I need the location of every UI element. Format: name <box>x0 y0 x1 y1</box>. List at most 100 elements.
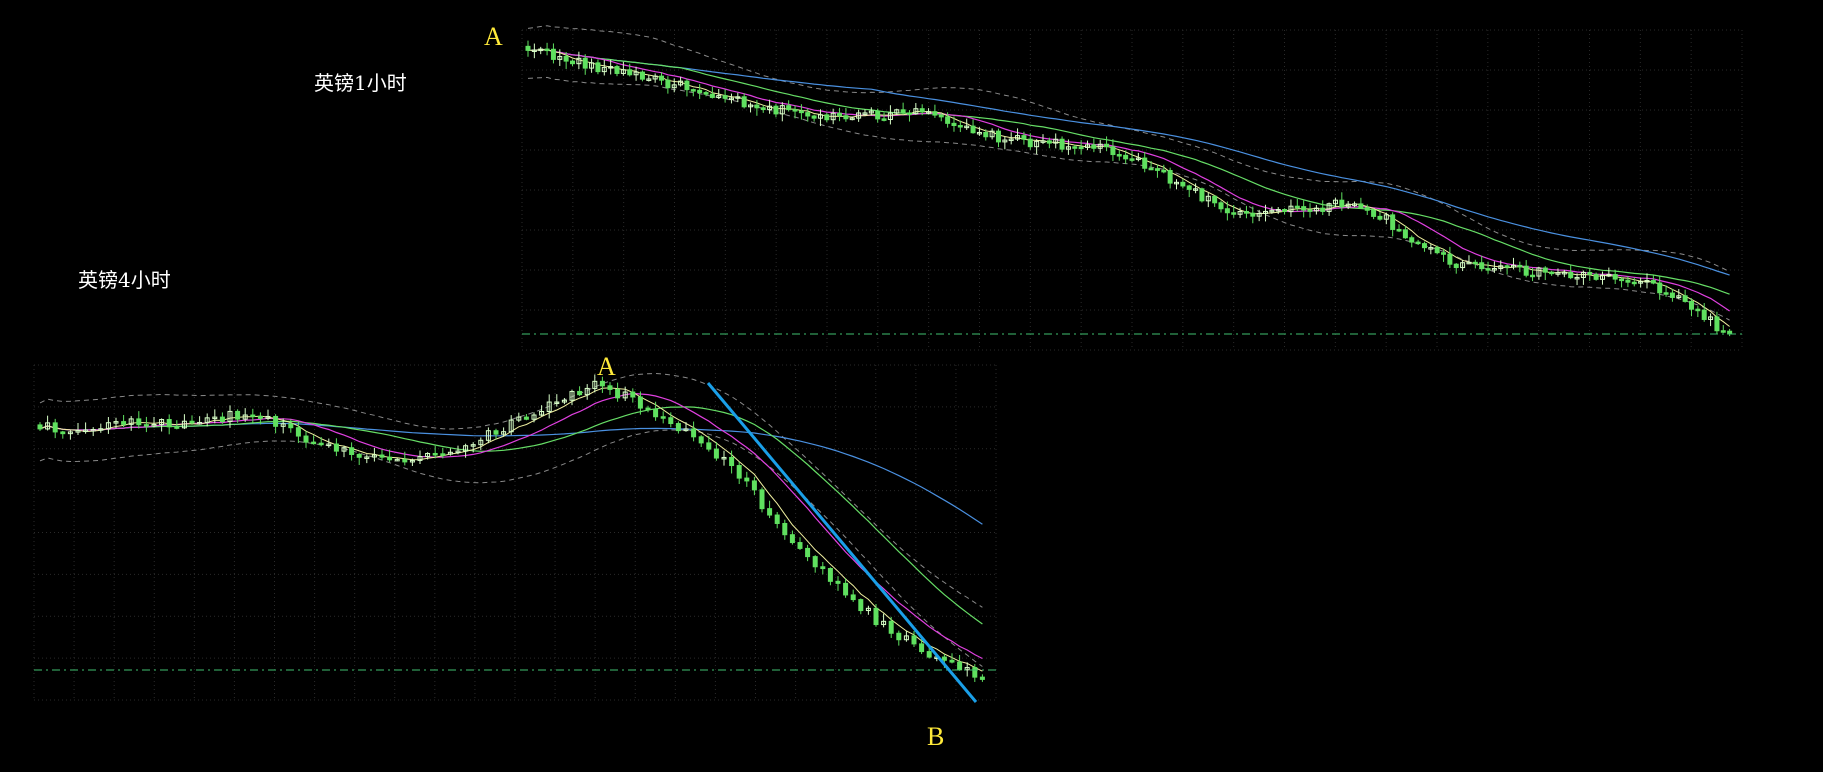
candle-body <box>1523 265 1529 276</box>
candle-body <box>1504 265 1510 268</box>
candle-body <box>1294 205 1300 209</box>
candle-body <box>639 71 645 80</box>
candle-body <box>645 407 651 411</box>
candle-body <box>805 112 811 117</box>
candle-body <box>1688 300 1694 310</box>
chart-title-4h: 英镑4小时 <box>78 268 171 292</box>
candle-body <box>751 480 757 491</box>
candle-body <box>1072 146 1078 149</box>
candle-body <box>653 408 659 418</box>
candle-body <box>582 57 588 69</box>
candle-body <box>1301 206 1307 211</box>
candle-body <box>703 92 709 95</box>
candle-body <box>1720 330 1726 333</box>
candle-body <box>1186 185 1192 190</box>
candle-body <box>402 458 408 463</box>
candle-body <box>1154 168 1160 171</box>
candle-body <box>1282 209 1288 212</box>
candle-body <box>318 442 324 446</box>
candle-body <box>722 95 728 99</box>
candle-body <box>698 436 704 444</box>
candle-body <box>798 110 804 114</box>
candle-body <box>1104 143 1110 148</box>
candle-body <box>684 80 690 91</box>
candle-body <box>570 60 576 65</box>
candle-body <box>273 415 279 427</box>
marker-a-1h: A <box>484 22 503 51</box>
candle-body <box>941 656 947 661</box>
candle-body <box>789 534 795 544</box>
candle-body <box>550 48 556 60</box>
candle-body <box>349 447 355 455</box>
candle-body <box>957 125 963 128</box>
candle-body <box>295 427 301 437</box>
candle-body <box>1212 195 1218 204</box>
candle-body <box>1371 209 1377 217</box>
candle-body <box>627 69 633 76</box>
candle-body <box>957 661 963 671</box>
candle-body <box>881 118 887 121</box>
candle-body <box>311 441 317 445</box>
candle-body <box>906 112 912 115</box>
marker-a-4h: A <box>597 352 616 381</box>
candle-body <box>873 607 879 626</box>
candle-body <box>744 477 750 482</box>
candle-body <box>691 428 697 438</box>
candle-body <box>174 426 180 429</box>
candle-body <box>820 566 826 570</box>
candle-body <box>858 599 864 612</box>
candle-body <box>1593 273 1599 280</box>
candle-body <box>1320 207 1326 212</box>
candle-body <box>1167 170 1173 184</box>
candle-body <box>219 416 225 423</box>
candle-body <box>1434 247 1440 254</box>
candle-body <box>786 105 792 111</box>
candle-body <box>1409 237 1415 243</box>
candle-body <box>983 131 989 138</box>
candle-body <box>1021 135 1027 140</box>
chart-stage: 英镑1小时 A 英镑4小时 A B <box>0 0 1823 772</box>
candle-body <box>493 430 499 435</box>
candle-body <box>709 93 715 98</box>
candle-body <box>1568 271 1574 279</box>
candle-body <box>1472 261 1478 265</box>
candle-body <box>303 435 309 443</box>
candle-body <box>767 508 773 516</box>
candle-body <box>1542 267 1548 273</box>
candle-body <box>1110 146 1116 156</box>
candle-body <box>1364 207 1370 211</box>
candle-body <box>665 79 671 89</box>
candle-body <box>812 556 818 568</box>
candle-body <box>911 635 917 645</box>
candle-body <box>637 396 643 409</box>
candle-body <box>1625 279 1631 283</box>
candle-body <box>932 111 938 116</box>
candle-body <box>773 105 779 115</box>
candle-body <box>599 380 605 387</box>
candle-body <box>1587 271 1593 275</box>
candle-body <box>1441 252 1447 255</box>
candle-body <box>970 125 976 134</box>
candle-body <box>827 568 833 582</box>
candle-body <box>1669 292 1675 298</box>
candle-body <box>938 114 944 118</box>
candle-body <box>875 110 881 120</box>
candle-body <box>675 423 681 432</box>
candle-body <box>1549 271 1555 275</box>
chart-title-1h: 英镑1小时 <box>314 71 407 95</box>
candle-body <box>760 107 766 111</box>
candle-body <box>525 45 531 51</box>
candle-body <box>706 442 712 450</box>
candle-body <box>1447 253 1453 265</box>
candle-body <box>432 452 438 456</box>
candle-body <box>1307 209 1313 212</box>
candle-body <box>595 62 601 73</box>
candle-body <box>1218 202 1224 210</box>
candle-body <box>1390 214 1396 230</box>
candle-body <box>759 489 765 510</box>
candle-body <box>660 416 666 419</box>
candle-body <box>837 112 843 117</box>
candle-body <box>1682 295 1688 302</box>
candle-body <box>121 421 127 425</box>
candle-body <box>577 390 583 396</box>
